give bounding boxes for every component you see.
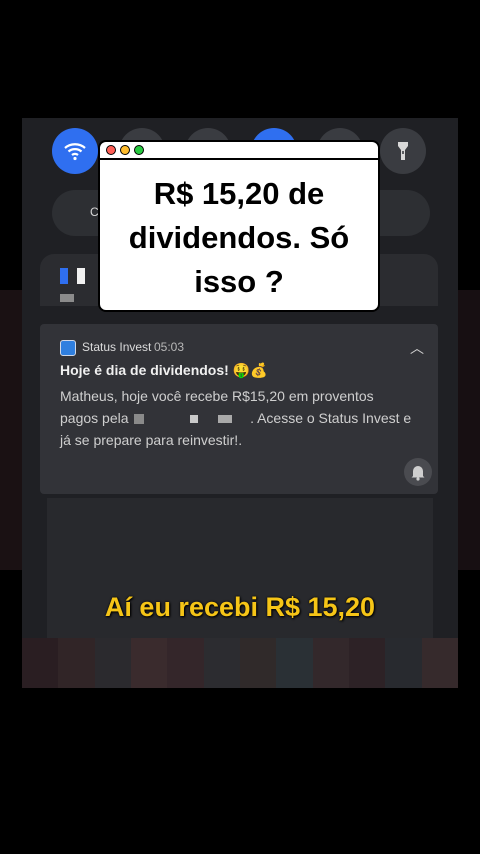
body-suffix: . Acesse o Status Invest e [250, 410, 412, 426]
notification-body-line: Matheus, hoje você recebe R$15,20 em pro… [60, 388, 374, 404]
video-caption: Aí eu recebi R$ 15,20 [104, 592, 376, 622]
maximize-dot-icon [134, 145, 144, 155]
blurred-wallpaper-strip [22, 638, 458, 688]
body-prefix: pagos pela [60, 410, 129, 426]
snooze-bell-icon[interactable] [404, 458, 432, 486]
notification-body: Matheus, hoje você recebe R$15,20 em pro… [60, 385, 430, 451]
notification-time: 05:03 [154, 340, 185, 354]
media-text-blur [60, 294, 74, 302]
background-left [0, 290, 22, 570]
chevron-up-icon[interactable]: ︿ [410, 338, 424, 358]
retro-window-overlay: R$ 15,20 de dividendos. Só isso ? [98, 140, 380, 312]
notification-app-name: Status Invest [82, 340, 152, 354]
notification-body-line: já se prepare para reinvestir!. [60, 432, 243, 448]
status-invest-logo-icon [60, 340, 76, 356]
notification-title: Hoje é dia de dividendos! 🤑💰 [60, 362, 268, 378]
redacted-block [134, 414, 145, 425]
flashlight-icon[interactable] [380, 128, 426, 174]
notification-card[interactable]: Status Invest 05:03 ︿ Hoje é dia de divi… [40, 324, 438, 494]
minimize-dot-icon [120, 145, 130, 155]
media-bar [77, 268, 85, 284]
background-right [458, 290, 480, 570]
redacted-block [190, 415, 199, 424]
notification-body-line: pagos pela . Acesse o Status Invest e [60, 407, 430, 429]
window-titlebar [100, 142, 378, 160]
wifi-icon[interactable] [52, 128, 98, 174]
media-bar [60, 268, 68, 284]
redacted-block [218, 415, 233, 424]
close-dot-icon [106, 145, 116, 155]
overlay-headline: R$ 15,20 de dividendos. Só isso ? [128, 176, 350, 299]
